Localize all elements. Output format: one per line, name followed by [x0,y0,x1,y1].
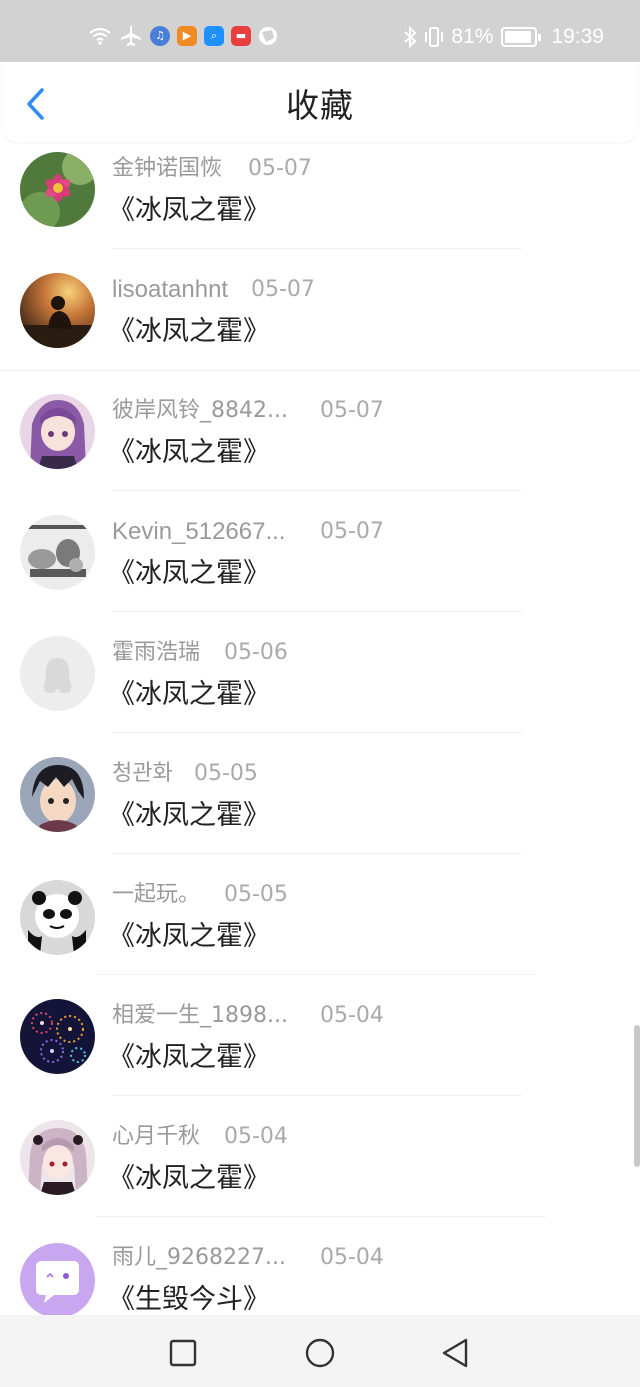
music-app-icon: ♫ [150,26,170,46]
list-item[interactable]: lisoatanhnt 05-07 《冰凤之霍》 [0,263,640,384]
book-title[interactable]: 《生毁今斗》 [108,1282,270,1318]
back-triangle-icon[interactable] [436,1333,476,1373]
user-name[interactable]: Kevin_512667... [112,517,285,547]
user-name[interactable]: 金钟诺国恢 [112,154,222,184]
item-date: 05-04 [320,1003,384,1028]
user-name[interactable]: 心月千秋 [112,1122,200,1152]
avatar[interactable] [20,394,95,469]
list-item[interactable]: 청관화 05-05 《冰凤之霍》 [0,747,640,868]
book-title[interactable]: 《冰凤之霍》 [108,919,270,955]
status-right-icons: 81% 19:39 [397,22,604,52]
user-line: Kevin_512667... 05-07 [112,517,612,547]
list-item[interactable]: 心月千秋 05-04 《冰凤之霍》 [0,1110,640,1231]
user-line: 一起玩。 05-05 [112,880,612,910]
book-title[interactable]: 《冰凤之霍》 [108,556,270,592]
avatar[interactable] [20,152,95,227]
user-name[interactable]: 청관화 [112,759,173,789]
user-line: 相爱一生_1898... 05-04 [112,1001,612,1031]
bluetooth-icon [404,26,417,48]
avatar[interactable] [20,636,95,711]
home-icon[interactable] [300,1333,340,1373]
book-title[interactable]: 《冰凤之霍》 [108,1040,270,1076]
user-name[interactable]: 霍雨浩瑞 [112,638,200,668]
list-item[interactable]: 金钟诺国恢 05-07 《冰凤之霍》 [0,142,640,263]
list-item[interactable]: Kevin_512667... 05-07 《冰凤之霍》 [0,505,640,626]
list-item[interactable]: 相爱一生_1898... 05-04 《冰凤之霍》 [0,989,640,1110]
wifi-icon [89,27,111,45]
airplane-icon [121,26,141,46]
page-title: 收藏 [286,86,354,125]
user-line: lisoatanhnt 05-07 [112,275,612,305]
user-line: 霍雨浩瑞 05-06 [112,638,612,668]
user-name[interactable]: 一起玩。 [112,880,200,910]
store-app-icon: ▬ [231,26,251,46]
app-header: 收藏 [2,64,638,142]
avatar[interactable] [20,1120,95,1195]
user-name[interactable]: 彼岸风铃_8842... [112,396,288,426]
book-title[interactable]: 《冰凤之霍》 [108,798,270,834]
system-nav-bar [0,1315,640,1387]
book-title[interactable]: 《冰凤之霍》 [108,1161,270,1197]
user-line: 청관화 05-05 [112,759,612,789]
user-line: 心月千秋 05-04 [112,1122,612,1152]
item-date: 05-04 [224,1124,288,1149]
battery-icon [501,27,542,47]
user-name[interactable]: lisoatanhnt [112,275,228,305]
browser-app-icon [259,27,277,45]
user-line: 彼岸风铃_8842... 05-07 [112,396,612,426]
book-title[interactable]: 《冰凤之霍》 [108,314,270,350]
clock: 19:39 [551,25,604,48]
item-date: 05-07 [248,156,312,181]
list-item[interactable]: 彼岸风铃_8842... 05-07 《冰凤之霍》 [0,384,640,505]
item-date: 05-07 [320,519,384,544]
divider [0,370,640,371]
divider [96,1216,546,1217]
list-item[interactable]: 一起玩。 05-05 《冰凤之霍》 [0,868,640,989]
item-date: 05-05 [224,882,288,907]
item-date: 05-05 [194,761,258,786]
item-date: 05-07 [320,398,384,423]
scrollbar[interactable] [634,1025,640,1167]
recent-apps-icon[interactable] [163,1333,203,1373]
user-name[interactable]: 相爱一生_1898... [112,1001,288,1031]
item-date: 05-04 [320,1245,384,1270]
book-title[interactable]: 《冰凤之霍》 [108,677,270,713]
divider [112,853,522,854]
avatar[interactable] [20,273,95,348]
avatar[interactable] [20,515,95,590]
divider [112,248,522,249]
status-left-icons: ♫ ▶ ⌕ ▬ [88,22,285,50]
divider [112,611,522,612]
avatar[interactable] [20,1243,95,1318]
divider [112,1095,522,1096]
book-title[interactable]: 《冰凤之霍》 [108,193,270,229]
avatar[interactable] [20,999,95,1074]
user-line: 金钟诺国恢 05-07 [112,154,612,184]
list-item[interactable]: 霍雨浩瑞 05-06 《冰凤之霍》 [0,626,640,747]
divider [96,974,536,975]
avatar[interactable] [20,757,95,832]
search-app-icon: ⌕ [204,26,224,46]
vibrate-icon [425,27,444,47]
user-line: 雨儿_9268227... 05-04 [112,1243,612,1273]
divider [112,490,522,491]
divider [112,732,522,733]
avatar[interactable] [20,880,95,955]
item-date: 05-06 [224,640,288,665]
battery-percent: 81% [451,25,494,48]
user-name[interactable]: 雨儿_9268227... [112,1243,286,1273]
video-app-icon: ▶ [177,26,197,46]
book-title[interactable]: 《冰凤之霍》 [108,435,270,471]
status-bar: ♫ ▶ ⌕ ▬ 81% 19:39 [0,0,640,62]
item-date: 05-07 [251,277,315,302]
